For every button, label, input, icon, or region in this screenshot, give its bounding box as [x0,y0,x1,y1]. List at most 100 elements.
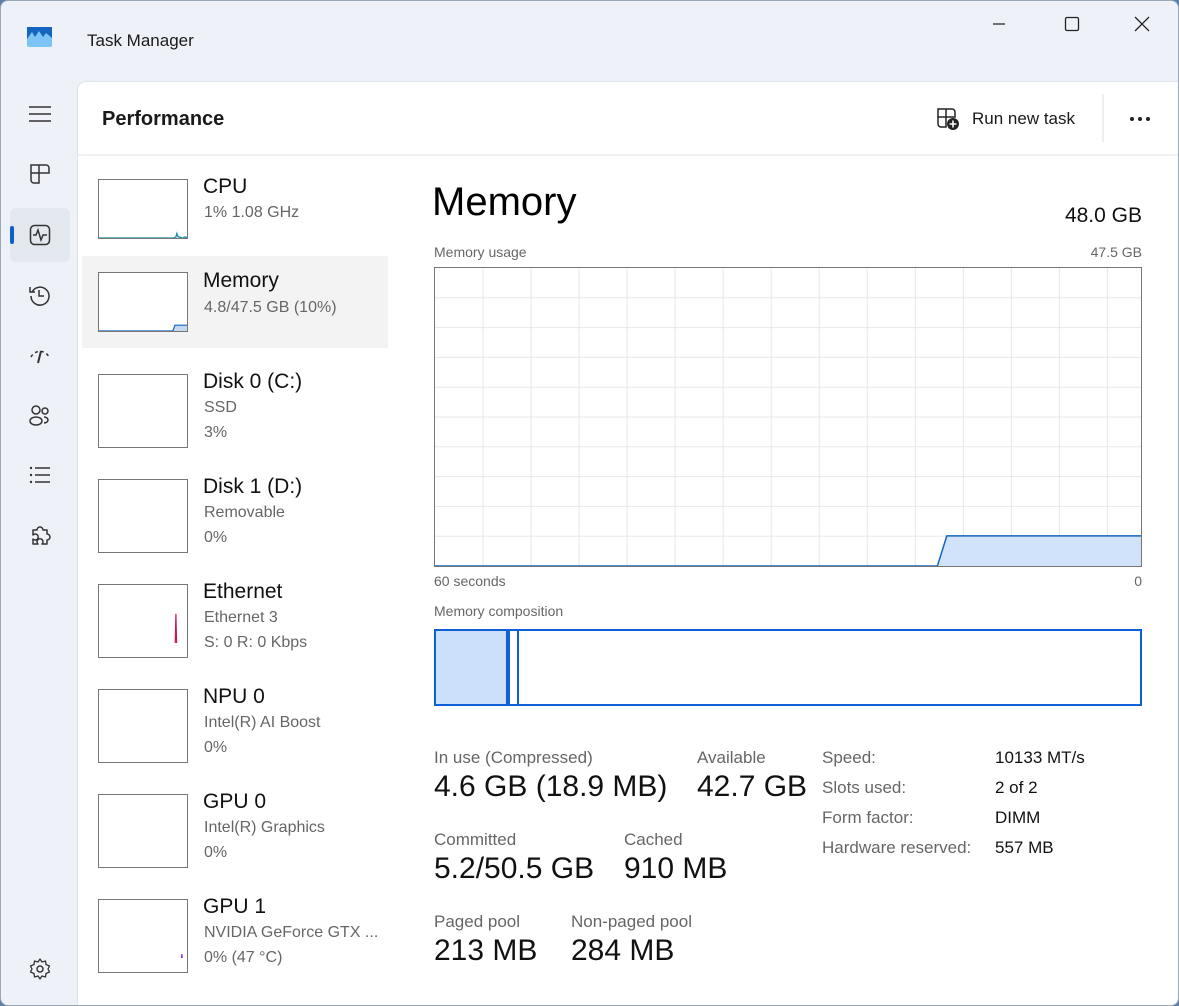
nav-startup-apps[interactable] [10,328,70,382]
spec-hardware-reserved-value: 557 MB [995,838,1054,857]
spec-speed-value: 10133 MT/s [995,748,1085,767]
device-sparkline [98,794,188,868]
device-detail-line1: Ethernet 3 [204,609,278,626]
list-icon [29,466,50,484]
spec-form-factor-value: DIMM [995,808,1041,827]
minimize-button[interactable] [976,7,1022,41]
speedometer-icon [30,350,50,364]
header-divider [1102,94,1104,142]
cached-value: 910 MB [624,852,728,885]
paged-pool-value: 213 MB [434,934,538,967]
spec-slots-label: Slots used: [822,778,907,797]
device-detail-line1: 1% 1.08 GHz [204,204,300,221]
sparkline-svg [99,324,187,331]
maximize-button[interactable] [1049,7,1095,41]
device-sparkline [98,179,188,239]
device-item-gpu-0[interactable]: GPU 0 Intel(R) Graphics 0% [82,783,388,873]
device-detail-line2: 0% (47 °C) [204,949,283,966]
spec-speed-label: Speed: [822,748,876,767]
memory-usage-label: Memory usage [434,244,527,260]
non-paged-pool-value: 284 MB [571,934,675,967]
sparkline-line [174,613,178,643]
nav-app-history[interactable] [10,268,70,322]
sparkline-svg [99,690,187,748]
device-item-disk-0-c[interactable]: Disk 0 (C:) SSD 3% [82,363,388,453]
nav-menu-button[interactable] [10,87,70,141]
sparkline-area [99,233,187,238]
device-detail-line2: 3% [204,424,228,441]
device-sparkline [98,374,188,448]
composition-in-use-segment [436,631,506,704]
history-icon [29,286,50,306]
sparkline-svg [174,613,178,643]
paged-pool-label: Paged pool [434,912,521,931]
device-name: Memory [203,269,279,292]
memory-usage-max: 47.5 GB [1090,244,1142,260]
sparkline-svg [99,480,187,538]
sparkline-area [181,954,183,958]
minimize-icon [993,23,1005,25]
navigation-rail [1,79,77,1005]
nav-performance[interactable] [10,208,70,262]
users-icon [29,405,49,426]
committed-label: Committed [434,830,517,849]
device-sparkline [98,689,188,763]
nav-processes[interactable] [10,147,70,201]
available-label: Available [697,748,766,767]
more-options-button[interactable] [1120,104,1160,134]
resource-title: Memory [432,180,577,224]
gear-icon [29,958,51,980]
nav-services[interactable] [10,508,70,562]
close-button[interactable] [1119,7,1165,41]
device-item-disk-1-d[interactable]: Disk 1 (D:) Removable 0% [82,468,388,558]
device-name: CPU [203,175,248,198]
device-item-npu-0[interactable]: NPU 0 Intel(R) AI Boost 0% [82,678,388,768]
device-detail-line1: NVIDIA GeForce GTX ... [204,924,379,941]
close-icon [1134,16,1150,32]
device-sparkline [98,584,188,658]
device-detail-line1: Intel(R) Graphics [204,819,325,836]
title-bar[interactable]: Task Manager [1,1,1178,79]
more-dots-icon [1138,117,1142,121]
window-title: Task Manager [87,31,194,50]
device-detail-line2: 0% [204,844,228,861]
memory-usage-chart-svg [435,268,1141,567]
non-paged-pool-label: Non-paged pool [571,912,692,931]
page-header: Performance Run new task [78,82,1178,156]
device-name: Ethernet [203,580,283,603]
run-new-task-icon [937,108,959,130]
processes-grid-icon [30,164,50,184]
more-dots-icon [1130,117,1134,121]
device-name: GPU 0 [203,790,267,813]
device-item-ethernet[interactable]: Ethernet Ethernet 3 S: 0 R: 0 Kbps [82,573,388,663]
graph-x-right-label: 0 [1134,573,1142,589]
page-title: Performance [102,108,225,130]
device-sparkline [98,899,188,973]
performance-pulse-icon [29,224,51,246]
nav-users[interactable] [10,388,70,442]
sparkline-line [99,231,187,238]
memory-usage-graph [434,267,1142,567]
spec-slots-value: 2 of 2 [995,778,1038,797]
in-use-value: 4.6 GB (18.9 MB) [434,770,668,803]
nav-details[interactable] [10,448,70,502]
content-pane: Performance Run new task CPU 1% 1.08 GHz M… [77,81,1178,1005]
spec-hardware-reserved-label: Hardware reserved: [822,838,972,857]
total-memory: 48.0 GB [1064,204,1142,227]
device-name: Disk 0 (C:) [203,370,303,393]
device-item-gpu-1[interactable]: GPU 1 NVIDIA GeForce GTX ... 0% (47 °C) [82,888,388,978]
device-detail-line1: 4.8/47.5 GB (10%) [204,299,337,316]
cached-label: Cached [624,830,683,849]
device-detail-line2: 0% [204,529,228,546]
sparkline-area [175,613,177,643]
device-item-memory[interactable]: Memory 4.8/47.5 GB (10%) [82,256,388,348]
memory-composition-label: Memory composition [434,603,564,619]
graph-x-left-label: 60 seconds [434,573,506,589]
device-item-cpu[interactable]: CPU 1% 1.08 GHz [82,168,388,248]
puzzle-icon [32,526,51,545]
sparkline-svg [99,231,187,238]
run-new-task-button[interactable]: Run new task [936,104,1075,134]
nav-settings[interactable] [10,942,70,996]
device-detail-line2: S: 0 R: 0 Kbps [204,634,308,651]
device-sparkline [98,272,188,332]
